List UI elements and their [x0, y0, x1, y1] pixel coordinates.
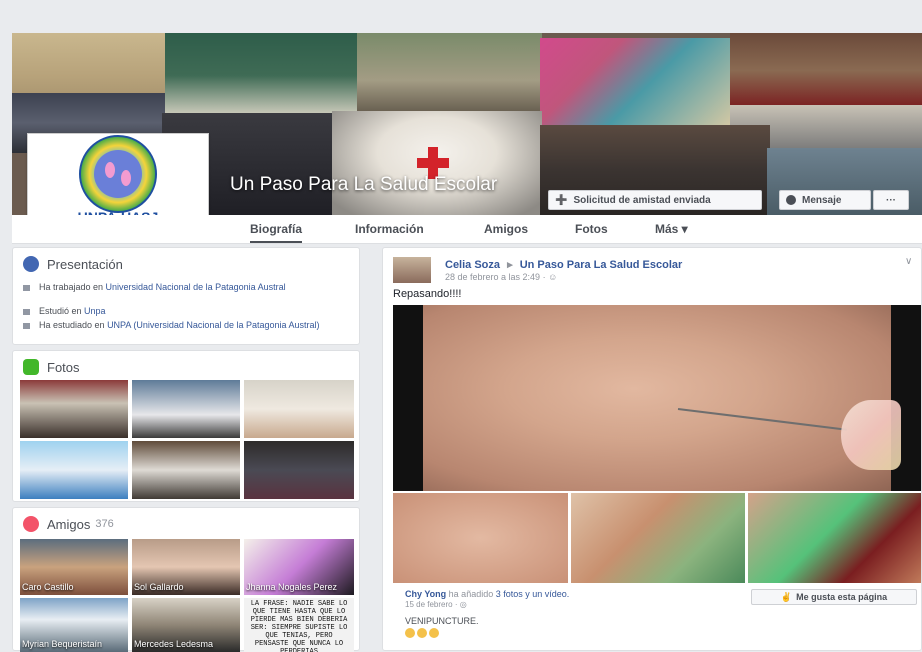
shared-author[interactable]: Chy Yong	[405, 589, 446, 599]
intro-header: Presentación	[23, 256, 123, 272]
friend-name-5: Mercedes Ledesma	[134, 639, 214, 649]
cover-collage-6	[730, 33, 922, 108]
shared-items[interactable]: 3 fotos y un vídeo.	[496, 589, 570, 599]
friend-5[interactable]: Mercedes Ledesma	[132, 598, 240, 652]
post-target[interactable]: Un Paso Para La Salud Escolar	[520, 259, 683, 271]
tab-biografia[interactable]: Biografía	[250, 219, 303, 243]
cover-collage-3	[165, 33, 360, 118]
thumbs-up-icon-3	[429, 628, 439, 638]
friend-name-4: Myrian Bequeristaín	[22, 639, 103, 649]
friend-name-2: Sol Gallardo	[134, 582, 184, 592]
friend-2[interactable]: Sol Gallardo	[132, 539, 240, 595]
post-author-avatar[interactable]	[393, 257, 431, 283]
globe-icon	[23, 256, 39, 272]
post-date-text: 28 de febrero a las 2:49 ·	[445, 272, 546, 282]
friend-request-label: Solicitud de amistad enviada	[573, 194, 711, 206]
message-label: Mensaje	[802, 194, 842, 206]
post-media-3[interactable]	[571, 493, 745, 583]
post-text: Repasando!!!!	[393, 288, 462, 300]
profile-nav: Biografía Información Amigos Fotos Más ▾	[12, 215, 922, 244]
graduation-cap-icon-2	[23, 322, 30, 329]
friends-header: Amigos 376	[23, 516, 114, 532]
messenger-icon	[786, 195, 796, 205]
like-icon: ✌	[780, 591, 793, 602]
shared-title: VENIPUNCTURE.	[405, 616, 479, 626]
photo-thumb-6[interactable]	[244, 441, 354, 499]
friend-4[interactable]: Myrian Bequeristaín	[20, 598, 128, 652]
photos-icon	[23, 359, 39, 375]
photo-thumb-3[interactable]	[244, 380, 354, 438]
friend-6[interactable]: LA FRASE: NADIE SABE LO QUE TIENE HASTA …	[244, 598, 354, 652]
friend-request-button[interactable]: ➕ Solicitud de amistad enviada	[548, 190, 762, 210]
skin-closeup	[423, 305, 891, 491]
post-author[interactable]: Celia Soza	[445, 259, 500, 271]
friend-1[interactable]: Caro Castillo	[20, 539, 128, 595]
friend-name-1: Caro Castillo	[22, 582, 74, 592]
intro-studies-prefix: Ha estudiado en	[39, 320, 108, 330]
tab-fotos[interactable]: Fotos	[575, 219, 608, 241]
post-arrow: ▸	[507, 259, 513, 271]
post-media-4[interactable]	[748, 493, 921, 583]
photo-thumb-5[interactable]	[132, 441, 240, 499]
tab-amigos[interactable]: Amigos	[484, 219, 528, 241]
post-main-media[interactable]	[393, 305, 921, 491]
intro-work-prefix: Ha trabajado en	[39, 282, 106, 292]
audience-icon: ☺	[548, 272, 558, 282]
more-options-label: ···	[886, 194, 896, 206]
tab-mas[interactable]: Más ▾	[655, 219, 688, 241]
photos-header: Fotos	[23, 359, 80, 375]
friends-count: 376	[95, 518, 114, 530]
post-card: Celia Soza ▸ Un Paso Para La Salud Escol…	[382, 247, 922, 651]
cover-collage-5	[540, 38, 732, 128]
like-page-label: Me gusta esta página	[796, 592, 888, 602]
thumbs-up-icon-1	[405, 628, 415, 638]
message-button[interactable]: Mensaje	[779, 190, 871, 210]
friend-name-3: Jhanna Nogales Perez	[246, 582, 338, 592]
friends-icon	[23, 516, 39, 532]
intro-studied: Estudió en Unpa	[23, 306, 343, 317]
graduation-cap-icon	[23, 308, 30, 315]
post-header: Celia Soza ▸ Un Paso Para La Salud Escol…	[445, 258, 682, 271]
intro-card: Presentación Ha trabajado en Universidad…	[12, 247, 360, 345]
intro-studied-link[interactable]: Unpa	[84, 306, 106, 316]
friends-title[interactable]: Amigos	[47, 517, 90, 532]
photos-title[interactable]: Fotos	[47, 360, 80, 375]
photo-thumb-2[interactable]	[132, 380, 240, 438]
intro-work: Ha trabajado en Universidad Nacional de …	[23, 282, 343, 293]
intro-studied-prefix: Estudió en	[39, 306, 85, 316]
photo-thumb-4[interactable]	[20, 441, 128, 499]
add-friend-icon: ➕	[555, 194, 568, 206]
intro-title: Presentación	[47, 256, 123, 272]
shared-info: Chy Yong ha añadido 3 fotos y un vídeo.	[405, 589, 569, 599]
shared-date[interactable]: 15 de febrero · ◎	[405, 600, 467, 609]
intro-studies-link[interactable]: UNPA (Universidad Nacional de la Patagon…	[107, 320, 319, 330]
tab-informacion[interactable]: Información	[355, 219, 424, 241]
photo-thumb-1[interactable]	[20, 380, 128, 438]
emoji-row	[405, 628, 439, 638]
post-options-chevron[interactable]: ∨	[905, 256, 912, 267]
thumbs-up-icon-2	[417, 628, 427, 638]
intro-studies: Ha estudiado en UNPA (Universidad Nacion…	[23, 320, 343, 331]
more-options-button[interactable]: ···	[873, 190, 909, 210]
shared-action: ha añadido	[446, 589, 496, 599]
friend-3[interactable]: Jhanna Nogales Perez	[244, 539, 354, 595]
profile-picture[interactable]: UNPA-UASJ	[27, 133, 209, 227]
intro-work-link[interactable]: Universidad Nacional de la Patagonia Aus…	[106, 282, 286, 292]
syringe-cap	[841, 400, 901, 470]
like-page-button[interactable]: ✌ Me gusta esta página	[751, 589, 917, 605]
briefcase-icon	[23, 284, 30, 291]
photos-card: Fotos	[12, 350, 360, 502]
post-date[interactable]: 28 de febrero a las 2:49 · ☺	[445, 272, 557, 282]
post-media-2[interactable]	[393, 493, 568, 583]
globe-small-icon: ◎	[459, 600, 467, 609]
friend-quote: LA FRASE: NADIE SABE LO QUE TIENE HASTA …	[250, 600, 348, 652]
friends-card: Amigos 376 Caro Castillo Sol Gallardo Jh…	[12, 507, 360, 652]
shared-date-text: 15 de febrero ·	[405, 600, 458, 609]
page-title: Un Paso Para La Salud Escolar	[230, 174, 498, 195]
